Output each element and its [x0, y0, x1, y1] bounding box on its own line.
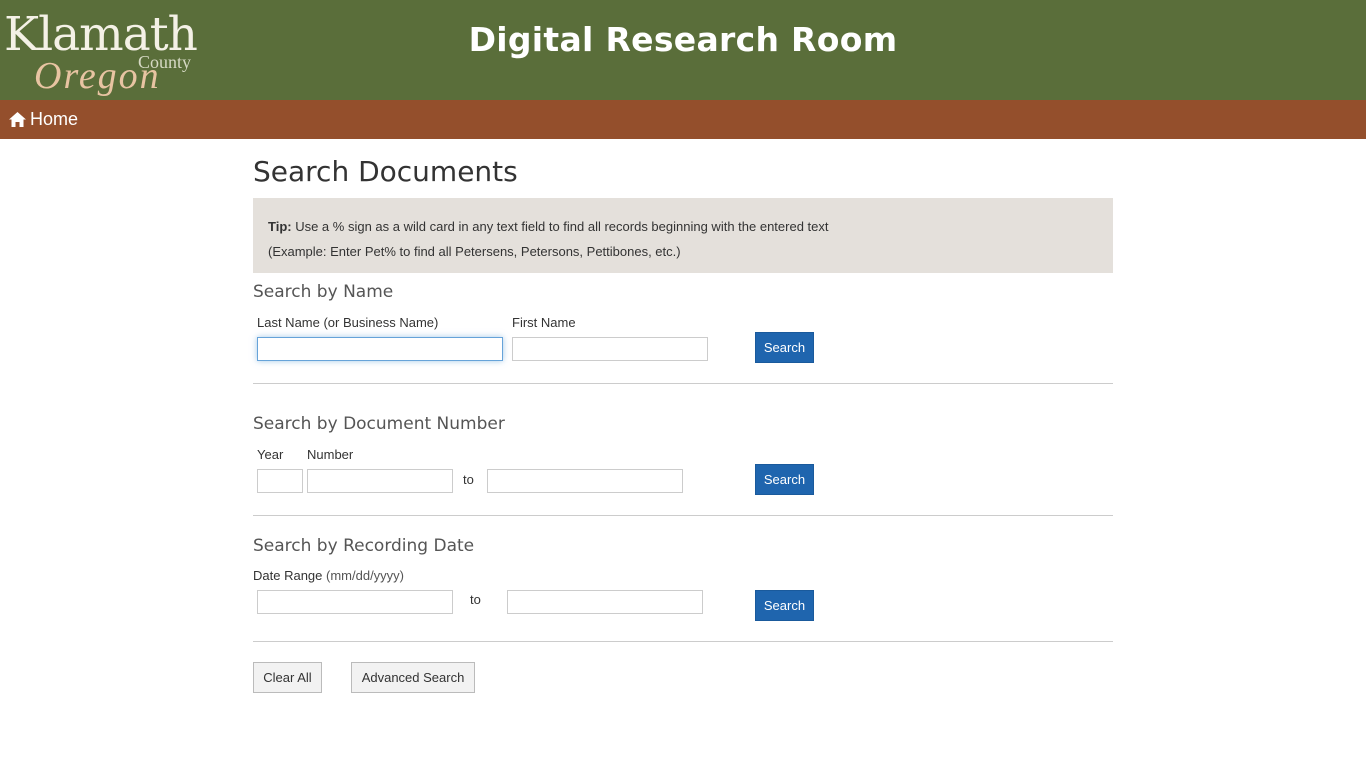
tip-line-2: (Example: Enter Pet% to find all Peterse… [268, 244, 681, 259]
last-name-label: Last Name (or Business Name) [257, 315, 439, 330]
site-title: Digital Research Room [468, 20, 898, 59]
search-by-name-section: Search by Name Last Name (or Business Na… [253, 281, 1113, 381]
home-icon [9, 112, 26, 127]
date-format-hint: (mm/dd/yyyy) [326, 568, 405, 583]
first-name-label: First Name [512, 315, 576, 330]
search-by-document-section: Search by Document Number Year Number to… [253, 413, 1113, 513]
divider [253, 641, 1113, 642]
site-header: Klamath Oregon County Digital Research R… [0, 0, 1366, 100]
tip-bold: Tip: [268, 219, 292, 234]
section-title-document: Search by Document Number [253, 414, 505, 434]
navbar: Home [0, 100, 1366, 139]
divider [253, 515, 1113, 516]
tip-line-1: Tip: Use a % sign as a wild card in any … [268, 219, 829, 234]
last-name-input[interactable] [257, 337, 503, 361]
year-input[interactable] [257, 469, 303, 493]
to-label: to [470, 592, 481, 607]
section-title-name: Search by Name [253, 282, 394, 302]
number-to-input[interactable] [487, 469, 683, 493]
date-to-input[interactable] [507, 590, 703, 614]
number-label: Number [307, 447, 354, 462]
main-content: Search Documents Tip: Use a % sign as a … [253, 139, 1113, 693]
search-by-name-button[interactable]: Search [755, 332, 814, 363]
divider [253, 383, 1113, 384]
date-range-label: Date Range (mm/dd/yyyy) [253, 568, 405, 583]
page-title: Search Documents [253, 155, 518, 188]
section-title-date: Search by Recording Date [253, 536, 475, 556]
search-by-document-button[interactable]: Search [755, 464, 814, 495]
number-from-input[interactable] [307, 469, 453, 493]
clear-all-button[interactable]: Clear All [253, 662, 322, 693]
search-by-date-button[interactable]: Search [755, 590, 814, 621]
search-by-date-section: Search by Recording Date Date Range (mm/… [253, 535, 1113, 635]
first-name-input[interactable] [512, 337, 708, 361]
home-link[interactable]: Home [9, 109, 78, 130]
tip-box: Tip: Use a % sign as a wild card in any … [253, 198, 1113, 273]
home-label: Home [30, 109, 79, 129]
to-label: to [463, 472, 474, 487]
advanced-search-button[interactable]: Advanced Search [351, 662, 475, 693]
date-from-input[interactable] [257, 590, 453, 614]
year-label: Year [257, 447, 284, 462]
